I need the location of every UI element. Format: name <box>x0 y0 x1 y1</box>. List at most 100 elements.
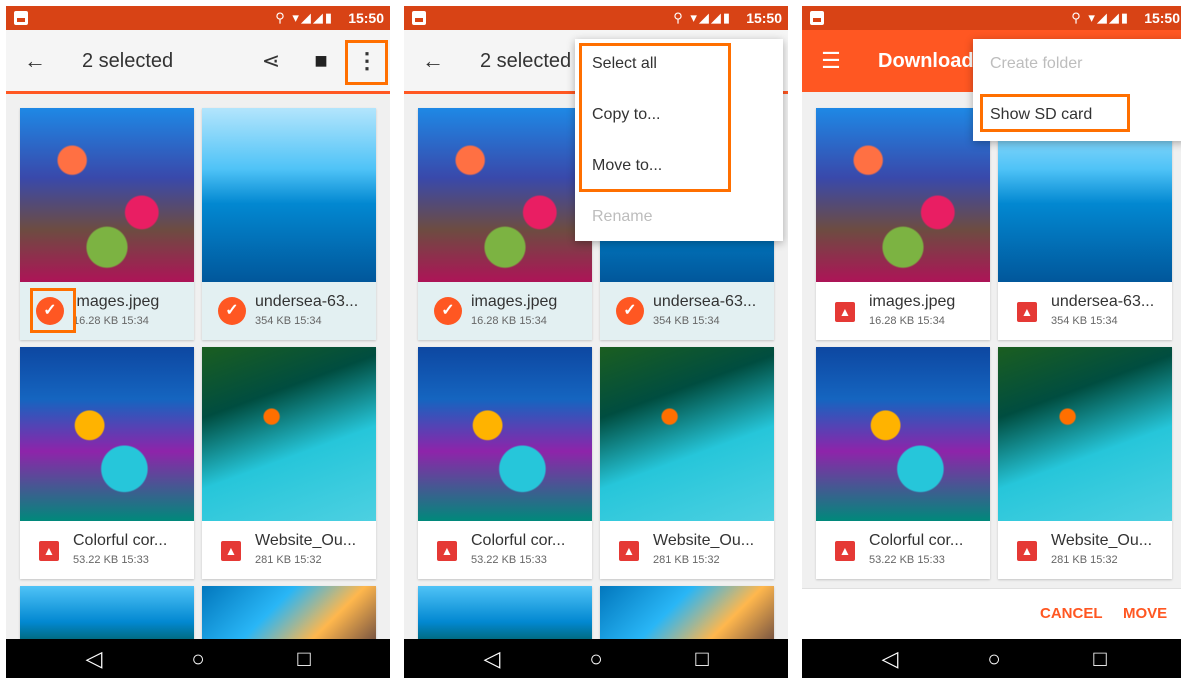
thumbnail <box>418 108 592 282</box>
thumbnail <box>202 586 376 646</box>
highlight-show-sd-card <box>980 94 1130 132</box>
file-card[interactable] <box>20 586 194 646</box>
notification-icon <box>810 11 824 25</box>
notification-icon <box>412 11 426 25</box>
recents-nav-icon[interactable]: □ <box>682 644 722 674</box>
file-meta: 354 KB 15:34 <box>653 315 720 327</box>
phone-screen-selection: ⚲ ▾◢◢▮ 15:50 ← 2 selected ⋖ ■ ⋮ ✓ images… <box>6 6 390 678</box>
file-meta: 281 KB 15:32 <box>1051 554 1118 566</box>
recents-nav-icon[interactable]: □ <box>1080 644 1120 674</box>
home-nav-icon[interactable]: ○ <box>576 644 616 674</box>
file-meta: 53.22 KB 15:33 <box>73 554 149 566</box>
file-meta: 16.28 KB 15:34 <box>869 315 945 327</box>
file-name: undersea-63... <box>653 293 757 310</box>
page-title: Download <box>878 50 974 72</box>
file-card[interactable] <box>202 586 376 646</box>
menu-item-create-folder: Create folder <box>990 55 1083 72</box>
file-name: Website_Ou... <box>1051 532 1153 549</box>
home-nav-icon[interactable]: ○ <box>178 644 218 674</box>
file-card[interactable] <box>600 586 774 646</box>
thumbnail <box>816 108 990 282</box>
trash-icon[interactable]: ■ <box>304 44 338 78</box>
highlight-checkbox <box>30 288 76 333</box>
image-file-icon: ▲ <box>437 541 457 561</box>
thumbnail <box>20 347 194 521</box>
file-name: Colorful cor... <box>73 532 168 549</box>
highlight-more-button <box>345 40 388 85</box>
status-bar: ⚲ ▾◢◢▮ 15:50 <box>802 6 1181 30</box>
status-icons: ⚲ ▾◢◢▮ <box>275 10 334 25</box>
hamburger-menu-icon[interactable]: ☰ <box>814 44 848 78</box>
check-icon[interactable]: ✓ <box>616 297 644 325</box>
thumbnail <box>816 347 990 521</box>
file-name: undersea-63... <box>255 293 359 310</box>
thumbnail <box>600 586 774 646</box>
action-bar: ← 2 selected ⋖ ■ ⋮ <box>6 30 390 94</box>
image-file-icon: ▲ <box>835 302 855 322</box>
navigation-bar: ◁ ○ □ <box>802 639 1181 678</box>
check-icon[interactable]: ✓ <box>218 297 246 325</box>
file-card[interactable]: ▲ images.jpeg 16.28 KB 15:34 <box>816 108 990 340</box>
file-meta: 354 KB 15:34 <box>1051 315 1118 327</box>
image-file-icon: ▲ <box>835 541 855 561</box>
file-card[interactable]: ✓ undersea-63... 354 KB 15:34 <box>202 108 376 340</box>
notification-icon <box>14 11 28 25</box>
move-button[interactable]: MOVE <box>1123 605 1167 622</box>
file-card[interactable]: ▲ Colorful cor... 53.22 KB 15:33 <box>816 347 990 579</box>
file-meta: 53.22 KB 15:33 <box>471 554 547 566</box>
status-icons: ⚲ ▾◢◢▮ <box>1071 10 1130 25</box>
file-card[interactable]: ▲ Website_Ou... 281 KB 15:32 <box>998 347 1172 579</box>
image-file-icon: ▲ <box>619 541 639 561</box>
recents-nav-icon[interactable]: □ <box>284 644 324 674</box>
file-card[interactable]: ▲ Website_Ou... 281 KB 15:32 <box>202 347 376 579</box>
file-name: undersea-63... <box>1051 293 1155 310</box>
file-card[interactable]: ▲ Website_Ou... 281 KB 15:32 <box>600 347 774 579</box>
back-nav-icon[interactable]: ◁ <box>74 644 114 674</box>
image-file-icon: ▲ <box>221 541 241 561</box>
file-meta: 354 KB 15:34 <box>255 315 322 327</box>
file-card[interactable] <box>418 586 592 646</box>
file-name: Website_Ou... <box>255 532 357 549</box>
file-meta: 281 KB 15:32 <box>653 554 720 566</box>
cancel-button[interactable]: CANCEL <box>1040 605 1103 622</box>
thumbnail <box>418 347 592 521</box>
thumbnail <box>20 586 194 646</box>
arrow-left-icon[interactable]: ← <box>416 44 450 78</box>
phone-screen-destination-picker: ⚲ ▾◢◢▮ 15:50 ☰ Download ▲ images.jpeg 16… <box>802 6 1181 678</box>
action-row: CANCEL MOVE <box>802 588 1181 639</box>
menu-item-rename: Rename <box>592 208 653 225</box>
file-card[interactable]: ✓ images.jpeg 16.28 KB 15:34 <box>418 108 592 340</box>
phone-screen-overflow-menu: ⚲ ▾◢◢▮ 15:50 ← 2 selected ✓ images.jpeg … <box>404 6 788 678</box>
home-nav-icon[interactable]: ○ <box>974 644 1014 674</box>
image-file-icon: ▲ <box>1017 541 1037 561</box>
file-meta: 53.22 KB 15:33 <box>869 554 945 566</box>
status-time: 15:50 <box>1144 10 1180 26</box>
status-time: 15:50 <box>746 10 782 26</box>
thumbnail <box>202 108 376 282</box>
image-file-icon: ▲ <box>39 541 59 561</box>
check-icon[interactable]: ✓ <box>434 297 462 325</box>
thumbnail <box>418 586 592 646</box>
back-nav-icon[interactable]: ◁ <box>870 644 910 674</box>
file-meta: 16.28 KB 15:34 <box>73 315 149 327</box>
file-name: Colorful cor... <box>869 532 964 549</box>
page-title: 2 selected <box>82 50 174 72</box>
thumbnail <box>998 347 1172 521</box>
status-bar: ⚲ ▾◢◢▮ 15:50 <box>6 6 390 30</box>
status-time: 15:50 <box>348 10 384 26</box>
file-meta: 281 KB 15:32 <box>255 554 322 566</box>
thumbnail <box>20 108 194 282</box>
back-nav-icon[interactable]: ◁ <box>472 644 512 674</box>
status-icons: ⚲ ▾◢◢▮ <box>673 10 732 25</box>
file-name: Website_Ou... <box>653 532 755 549</box>
status-bar: ⚲ ▾◢◢▮ 15:50 <box>404 6 788 30</box>
file-name: Colorful cor... <box>471 532 566 549</box>
file-card[interactable]: ▲ Colorful cor... 53.22 KB 15:33 <box>418 347 592 579</box>
thumbnail <box>202 347 376 521</box>
arrow-left-icon[interactable]: ← <box>18 44 52 78</box>
file-card[interactable]: ▲ undersea-63... 354 KB 15:34 <box>998 108 1172 340</box>
file-name: images.jpeg <box>73 293 160 310</box>
share-icon[interactable]: ⋖ <box>254 44 288 78</box>
file-card[interactable]: ▲ Colorful cor... 53.22 KB 15:33 <box>20 347 194 579</box>
thumbnail <box>600 347 774 521</box>
